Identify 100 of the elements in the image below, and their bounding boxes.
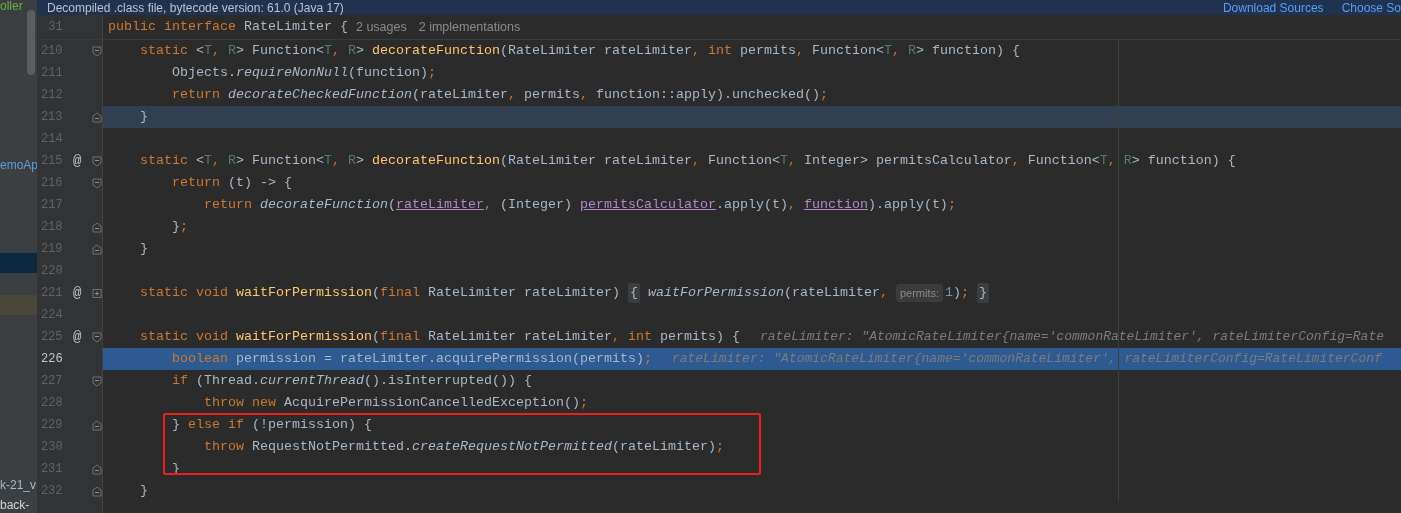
keyword: return [171,174,221,192]
fold-icon[interactable] [92,419,102,431]
download-link[interactable]: Choose So [1341,0,1401,15]
punctuation: , [787,196,797,214]
code-text: (t) -> { [228,174,292,192]
code-text: function::apply).unchecked() [595,86,820,104]
code-text: permits [523,86,580,104]
code-text: > [355,42,365,60]
tree-item[interactable]: back- [0,495,37,513]
punctuation: ; [643,350,652,368]
fold-icon[interactable] [92,463,102,475]
code-text: (rateLimiter) [611,438,716,456]
fold-icon[interactable] [92,45,102,57]
method-call: waitForPermission [646,284,784,302]
parameter-reference: permitsCalculator [579,196,716,214]
code-text: RequestNotPermitted. [251,438,412,456]
punctuation: , [1011,152,1021,170]
code-text: Function< [1027,152,1100,170]
punctuation: , [1107,152,1117,170]
code-text: } [171,416,181,434]
fold-icon[interactable] [92,375,102,387]
punctuation: , [507,86,517,104]
keyword: static void [139,328,229,346]
keyword: throw new [202,394,277,412]
code-text: (rateLimiter [783,284,880,302]
parameter-reference: rateLimiter [395,196,484,214]
fold-icon[interactable] [92,155,102,167]
code-text: (Thread. [196,372,260,390]
code-text: (rateLimiter [411,86,508,104]
keyword: static [139,42,189,60]
download-link[interactable]: Download Sources [1222,0,1324,15]
code-text: } [139,240,148,258]
keyword: boolean [171,350,229,368]
fold-icon[interactable] [92,111,102,123]
tree-item[interactable]: oller [0,0,37,16]
tree-item[interactable]: k-21_v [0,475,37,495]
parameter-reference: function [803,196,868,214]
type-parameter: R [228,152,236,170]
implements-marker-icon[interactable]: @ [73,150,82,172]
code-text: permission = rateLimiter.acquirePermission(permits) [236,350,644,368]
punctuation: , [212,152,221,170]
code-text: permits [739,42,796,60]
punctuation: , [212,42,221,60]
punctuation: , [579,86,589,104]
punctuation: , [331,42,341,60]
code-text: < [196,42,204,60]
method-call: currentThread [260,372,364,390]
method-name: decorateFunction [371,42,500,60]
punctuation: , [795,42,805,60]
code-text: > function) { [915,42,1020,60]
fold-icon[interactable] [92,287,102,299]
code-text: ( [371,328,380,346]
code-text: Objects. [171,64,236,82]
keyword: if [171,372,189,390]
code-text: Integer> permitsCalculator [803,152,1012,170]
inlay-hint: permits: [895,283,943,303]
type-parameter: R [907,42,916,60]
code-text: .apply(t) [715,196,788,214]
fold-icon[interactable] [92,331,102,343]
folded-code[interactable]: } [977,283,989,303]
punctuation: ; [715,438,724,456]
code-text: RateLimiter { [244,18,348,36]
code-text: (RateLimiter rateLimiter [499,152,692,170]
scrollbar[interactable] [27,10,35,75]
fold-icon[interactable] [92,485,102,497]
implements-marker-icon[interactable]: @ [73,282,82,304]
code-text: permits) { [659,328,740,346]
code-text: RateLimiter rateLimiter) [427,284,621,302]
code-text: ( [387,196,396,214]
method-name: waitForPermission [236,284,372,302]
fold-icon[interactable] [92,243,102,255]
folded-code[interactable]: { [627,283,640,303]
code-text: (Integer) [499,196,573,214]
code-text: RateLimiter rateLimiter [427,328,612,346]
code-text: Function< [811,42,884,60]
code-text: ().isInterrupted()) { [363,372,532,390]
keyword: public interface [108,18,237,36]
keyword: static void [139,284,229,302]
fold-icon[interactable] [92,177,102,189]
code-text: < [196,152,204,170]
usage-hint[interactable]: 2 usages [355,17,407,37]
type-parameter: T [1099,152,1108,170]
code-text: ) [953,284,961,302]
fold-icon[interactable] [92,221,102,233]
type-parameter: R [1123,152,1132,170]
code-text: } [171,218,180,236]
type-parameter: T [204,152,212,170]
method-call: decorateCheckedFunction [228,86,412,104]
line-number: 226 [40,351,63,368]
code-text: AcquirePermissionCancelledException() [283,394,580,412]
punctuation: , [611,328,621,346]
implements-marker-icon[interactable]: @ [73,326,82,348]
punctuation: ; [947,196,956,214]
inline-value: rateLimiter: "AtomicRateLimiter{name='commonRateLimiter', rateLimiterConfig=RateLimiterConf [671,350,1382,369]
method-name: decorateFunction [371,152,500,170]
code-text: } [139,482,148,500]
tree-item[interactable]: emoAp [0,155,37,175]
punctuation: , [483,196,493,214]
method-call: requireNonNull [236,64,348,82]
usage-hint[interactable]: 2 implementations [418,17,521,37]
